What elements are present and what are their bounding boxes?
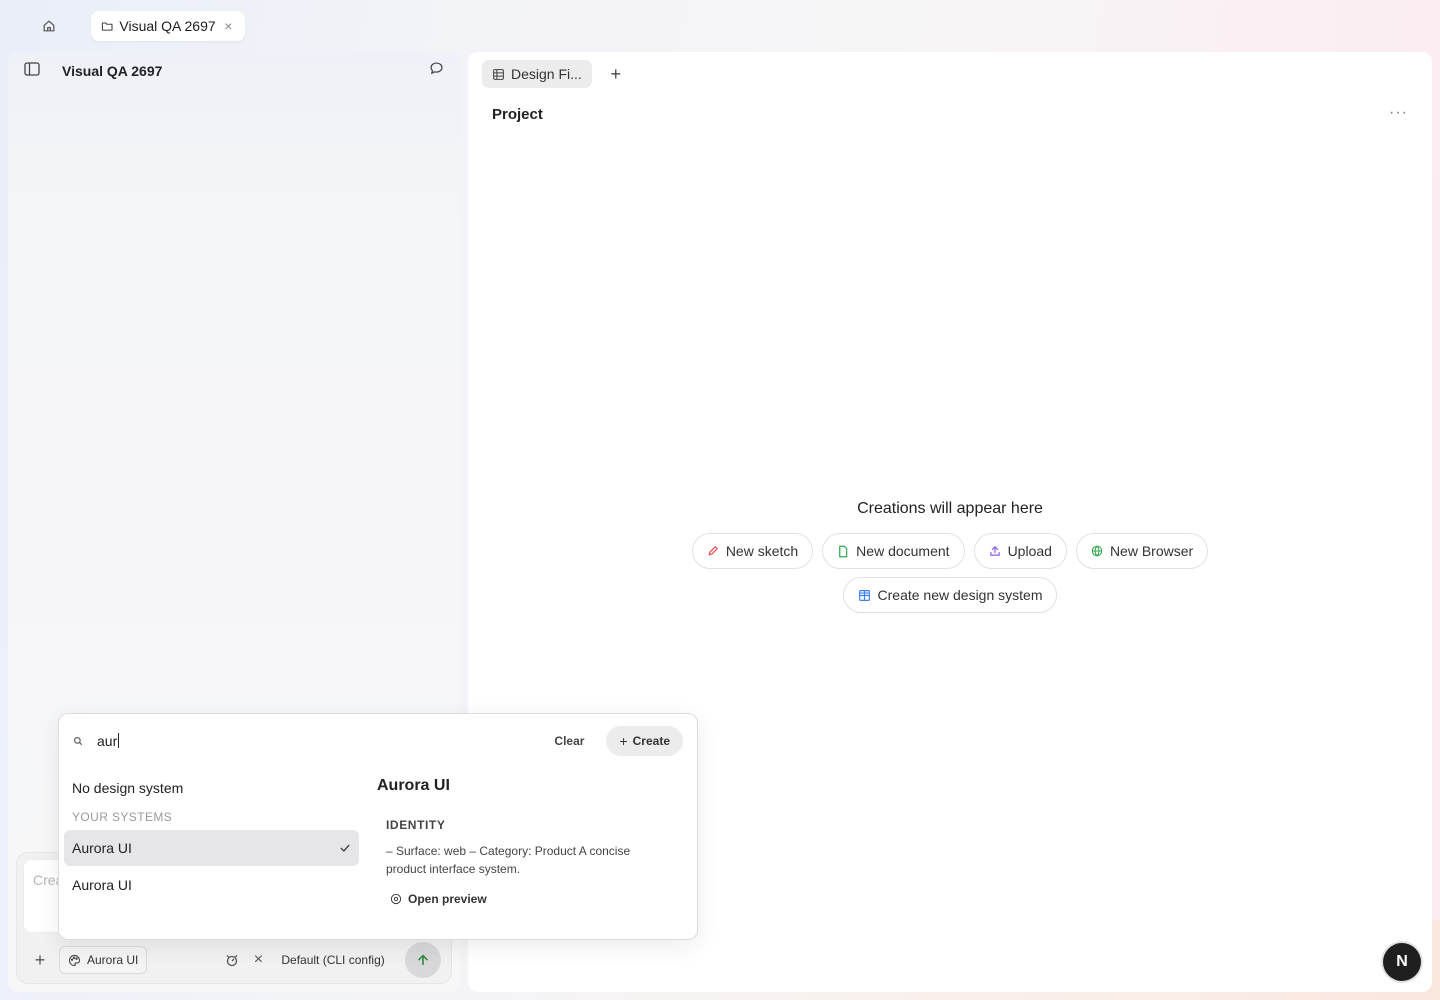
identity-heading: IDENTITY — [386, 818, 446, 832]
design-system-chip-label: Aurora UI — [87, 953, 139, 967]
picker-options: No design system YOUR SYSTEMS Aurora UI … — [64, 774, 359, 903]
picker-search-input[interactable]: aur — [97, 733, 554, 749]
create-design-system-picker-button[interactable]: + Create — [606, 726, 683, 756]
no-design-system-option[interactable]: No design system — [64, 774, 359, 802]
new-browser-label: New Browser — [1109, 543, 1194, 559]
tab-design-files-label: Design Fi... — [511, 66, 582, 82]
new-document-button[interactable]: New document — [822, 533, 965, 569]
project-tab[interactable]: Visual QA 2697 × — [91, 11, 245, 41]
clear-search-button[interactable]: Clear — [554, 734, 584, 748]
empty-state-title: Creations will appear here — [857, 500, 1043, 517]
empty-state: Creations will appear here New sketch Ne… — [468, 500, 1432, 613]
plus-icon: + — [619, 733, 628, 749]
design-system-option[interactable]: Aurora UI — [64, 830, 359, 866]
option-label: Aurora UI — [72, 877, 132, 893]
remove-design-system-button[interactable]: × — [245, 947, 271, 973]
model-selector[interactable]: Default (CLI config) — [281, 953, 384, 967]
open-preview-label: Open preview — [408, 892, 487, 906]
open-preview-button[interactable]: Open preview — [390, 892, 687, 906]
send-button[interactable] — [405, 942, 441, 978]
new-browser-button[interactable]: New Browser — [1075, 533, 1209, 569]
new-sketch-label: New sketch — [725, 543, 799, 559]
arrow-up-icon — [418, 954, 428, 966]
folder-icon — [101, 21, 113, 31]
sidebar-toggle-icon[interactable] — [24, 61, 40, 81]
design-system-detail: Aurora UI IDENTITY – Surface: web – Cate… — [377, 777, 687, 906]
picker-search-row: aur Clear + Create — [73, 726, 683, 756]
chat-title: Visual QA 2697 — [62, 63, 163, 79]
text-caret — [118, 733, 120, 748]
upload-label: Upload — [1007, 543, 1052, 559]
tweak-icon[interactable] — [219, 947, 245, 973]
globe-icon — [1091, 545, 1103, 557]
create-design-system-button[interactable]: Create new design system — [842, 577, 1058, 613]
create-design-system-label: Create new design system — [877, 587, 1043, 603]
grid-icon — [858, 589, 870, 601]
design-system-option[interactable]: Aurora UI — [64, 867, 359, 903]
new-document-label: New document — [856, 543, 950, 559]
quick-actions: New sketch New document Upload New Brows… — [468, 533, 1432, 569]
pencil-icon — [708, 546, 718, 556]
upload-button[interactable]: Upload — [973, 533, 1067, 569]
add-attachment-button[interactable]: + — [27, 947, 53, 973]
picker-search-value: aur — [97, 733, 118, 749]
your-systems-heading: YOUR SYSTEMS — [72, 810, 173, 824]
canvas-tabs: Design Fi... + — [482, 60, 628, 88]
document-icon — [839, 545, 848, 557]
search-icon — [73, 736, 83, 746]
comment-icon[interactable] — [429, 61, 444, 81]
design-system-picker: aur Clear + Create No design system YOUR… — [58, 713, 698, 940]
project-tab-label: Visual QA 2697 — [119, 18, 216, 34]
close-tab-button[interactable]: × — [222, 18, 235, 34]
option-label: Aurora UI — [72, 840, 132, 856]
new-sketch-button[interactable]: New sketch — [691, 533, 814, 569]
secondary-actions: Create new design system — [468, 577, 1432, 613]
user-avatar[interactable]: N — [1383, 943, 1421, 981]
identity-description: – Surface: web – Category: Product A con… — [386, 844, 631, 876]
add-tab-button[interactable]: + — [604, 62, 628, 86]
grid-icon — [493, 68, 504, 80]
chat-panel-header: Visual QA 2697 — [8, 52, 460, 90]
create-label: Create — [632, 734, 670, 748]
home-button[interactable] — [34, 12, 64, 40]
palette-icon — [69, 954, 81, 966]
check-icon — [340, 844, 350, 852]
page-title: Project — [492, 106, 543, 123]
eye-icon — [390, 893, 402, 905]
composer-toolbar: + Aurora UI × Default (CLI config) — [17, 941, 451, 979]
home-icon — [43, 20, 55, 32]
upload-icon — [989, 546, 1000, 556]
tab-design-files[interactable]: Design Fi... — [482, 60, 592, 88]
design-system-chip[interactable]: Aurora UI — [59, 946, 148, 974]
detail-title: Aurora UI — [377, 777, 450, 794]
more-options-button[interactable]: ··· — [1389, 104, 1408, 122]
